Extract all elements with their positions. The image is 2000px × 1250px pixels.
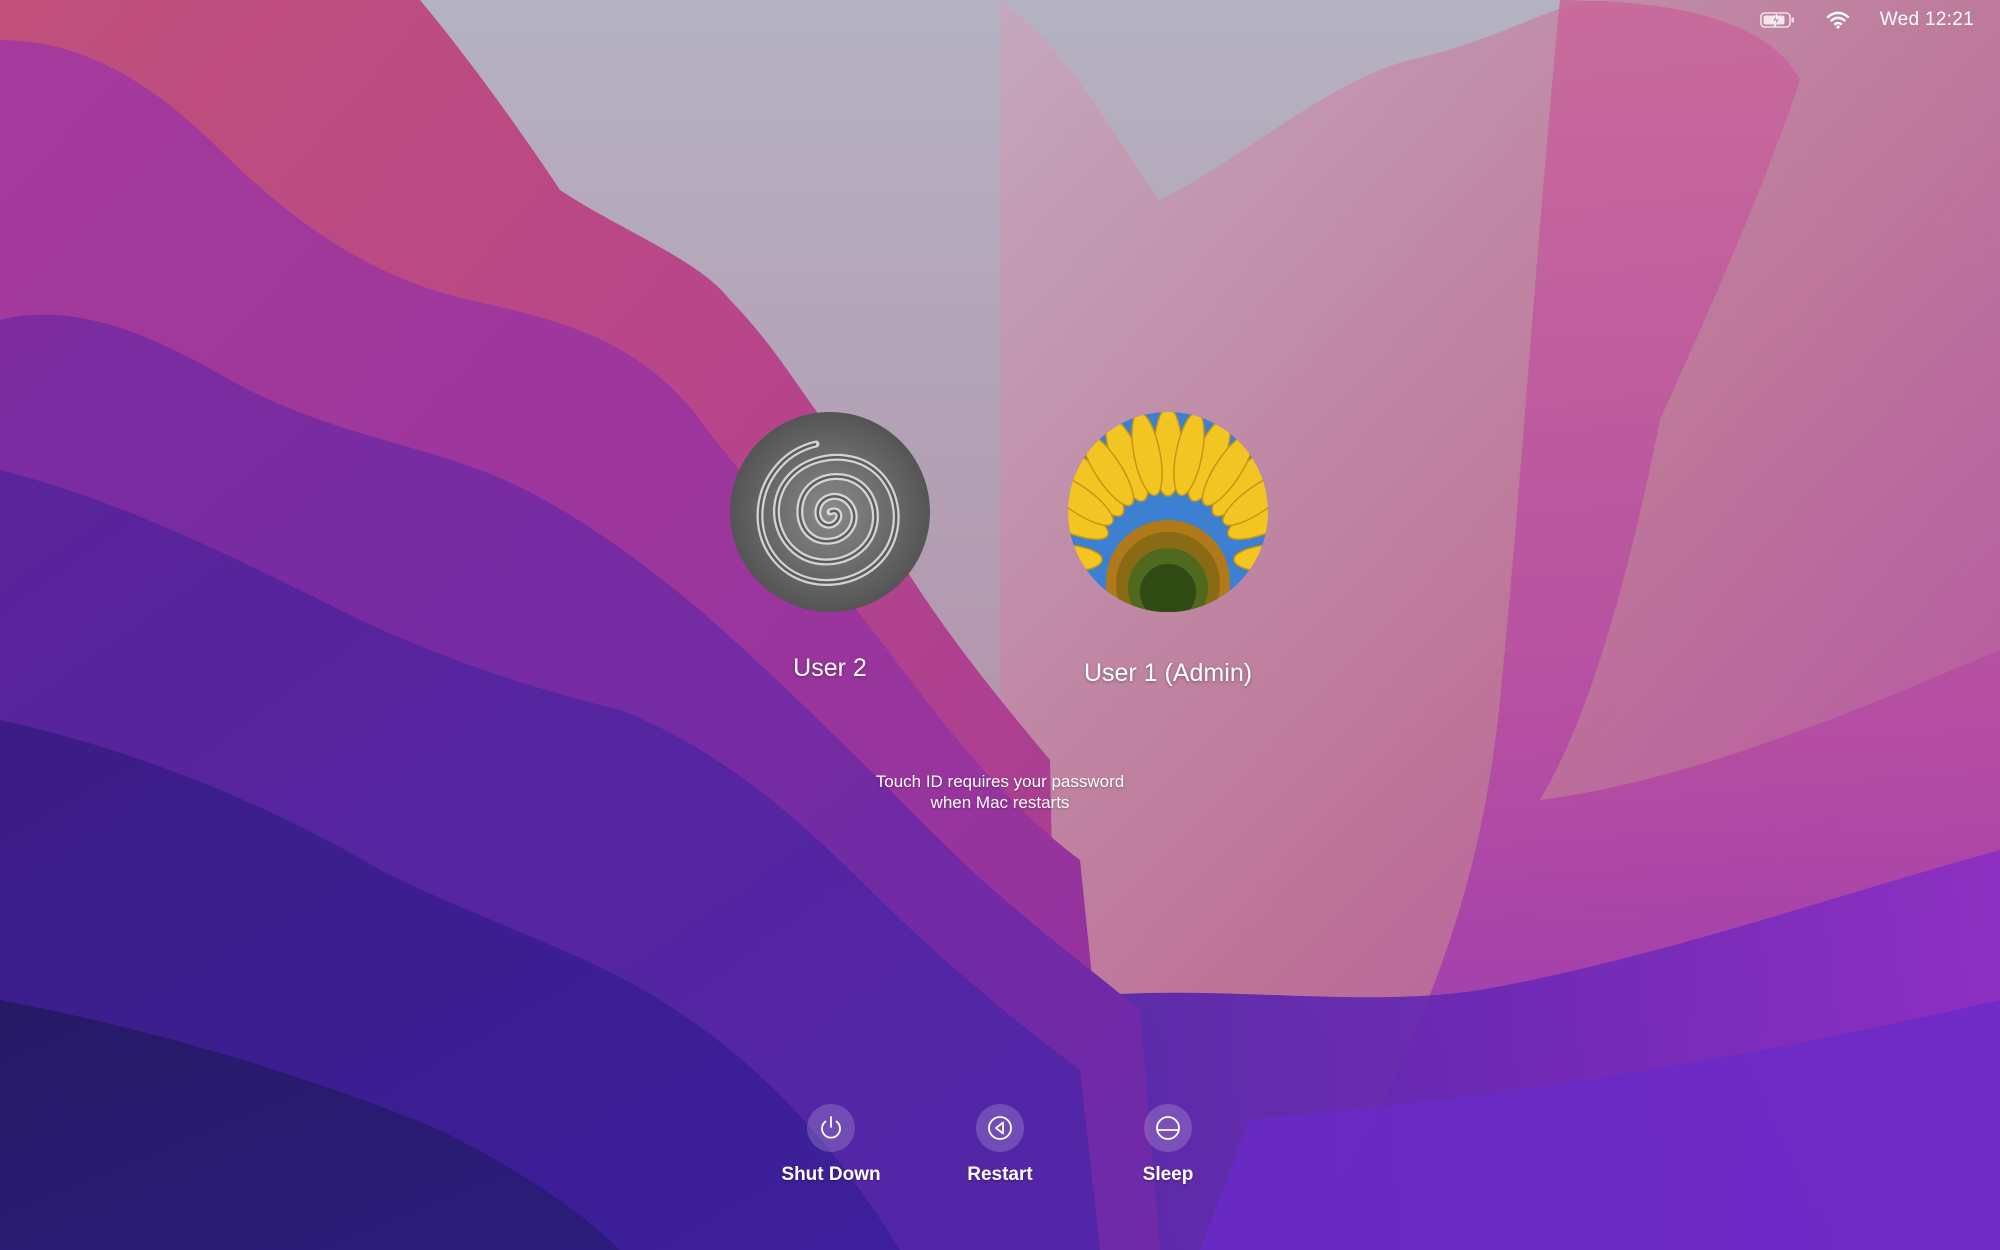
sleep-label[interactable]: Sleep	[1143, 1164, 1194, 1186]
user-account-user-2[interactable]: User 2	[730, 412, 930, 683]
touch-id-note-line-2: when Mac restarts	[930, 793, 1070, 812]
user-avatar-sunflower[interactable]	[1068, 412, 1268, 612]
login-screen: Wed 12:21 User 2 User 1 (Admin) Touch ID…	[0, 0, 2000, 1250]
sleep-button[interactable]: Sleep	[1098, 1104, 1238, 1186]
user-name-label[interactable]: User 2	[793, 654, 867, 683]
user-name-label[interactable]: User 1 (Admin)	[1084, 659, 1252, 688]
touch-id-note-line-1: Touch ID requires your password	[875, 772, 1125, 791]
user-account-user-1-admin[interactable]: User 1 (Admin)	[1068, 412, 1268, 688]
shut-down-button[interactable]: Shut Down	[761, 1104, 901, 1186]
sleep-icon[interactable]	[1144, 1104, 1192, 1152]
shut-down-label[interactable]: Shut Down	[781, 1164, 880, 1186]
wifi-icon[interactable]	[1826, 11, 1850, 29]
restart-icon[interactable]	[976, 1104, 1024, 1152]
touch-id-note: Touch ID requires your password when Mac…	[800, 771, 1200, 813]
user-avatar-zen-sand[interactable]	[730, 412, 930, 612]
restart-button[interactable]: Restart	[930, 1104, 1070, 1186]
menu-bar: Wed 12:21	[1759, 0, 2000, 40]
menubar-clock[interactable]: Wed 12:21	[1880, 9, 1974, 31]
power-actions: Shut Down Restart Sleep	[0, 1104, 2000, 1204]
wallpaper	[0, 0, 2000, 1250]
power-icon[interactable]	[807, 1104, 855, 1152]
restart-label[interactable]: Restart	[967, 1164, 1032, 1186]
battery-charging-icon[interactable]	[1759, 11, 1796, 29]
